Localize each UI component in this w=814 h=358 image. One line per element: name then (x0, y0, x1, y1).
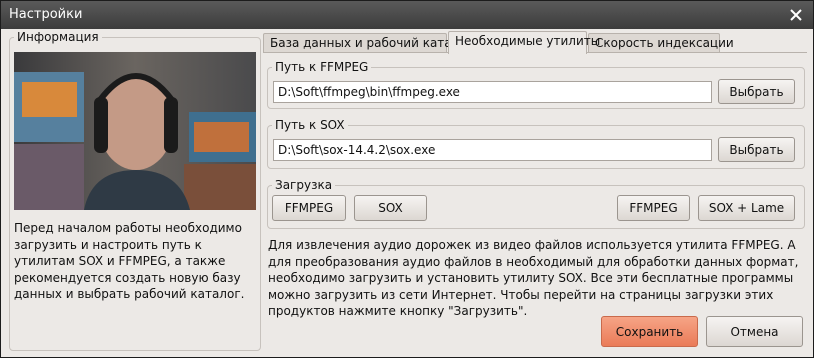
ffmpeg-browse-button[interactable]: Выбрать (718, 79, 795, 104)
cancel-button[interactable]: Отмена (706, 316, 803, 347)
info-group: Информация Перед началом работы необходи… (9, 30, 261, 351)
tab-indexing-speed[interactable]: Скорость индексации (588, 33, 734, 53)
download-sox-lame-button[interactable]: SOX + Lame (698, 195, 795, 221)
tab-database[interactable]: База данных и рабочий каталог (263, 33, 473, 53)
download-ffmpeg-button[interactable]: FFMPEG (272, 195, 346, 221)
close-icon[interactable] (785, 4, 807, 26)
save-button[interactable]: Сохранить (601, 316, 698, 347)
user-photo (14, 52, 256, 210)
tab-utilities[interactable]: Необходимые утилиты (448, 31, 600, 54)
ffmpeg-path-input[interactable]: D:\Soft\ffmpeg\bin\ffmpeg.exe (273, 81, 712, 103)
settings-dialog: Настройки Информация Перед началом работ… (0, 0, 814, 358)
help-text: Для извлечения аудио дорожек из видео фа… (268, 238, 799, 318)
sox-path-input[interactable]: D:\Soft\sox-14.4.2\sox.exe (273, 139, 712, 161)
sox-browse-button[interactable]: Выбрать (718, 137, 795, 162)
sox-path-legend: Путь к SOX (272, 118, 348, 132)
download-sox-button[interactable]: SOX (354, 195, 427, 221)
title-bar: Настройки (1, 1, 813, 29)
download-legend: Загрузка (272, 178, 336, 192)
info-text: Перед началом работы необходимо загрузит… (14, 221, 245, 301)
ffmpeg-path-legend: Путь к FFMPEG (272, 60, 372, 74)
download-ffmpeg-alt-button[interactable]: FFMPEG (617, 195, 690, 221)
info-legend: Информация (14, 30, 102, 44)
window-title: Настройки (9, 7, 83, 22)
